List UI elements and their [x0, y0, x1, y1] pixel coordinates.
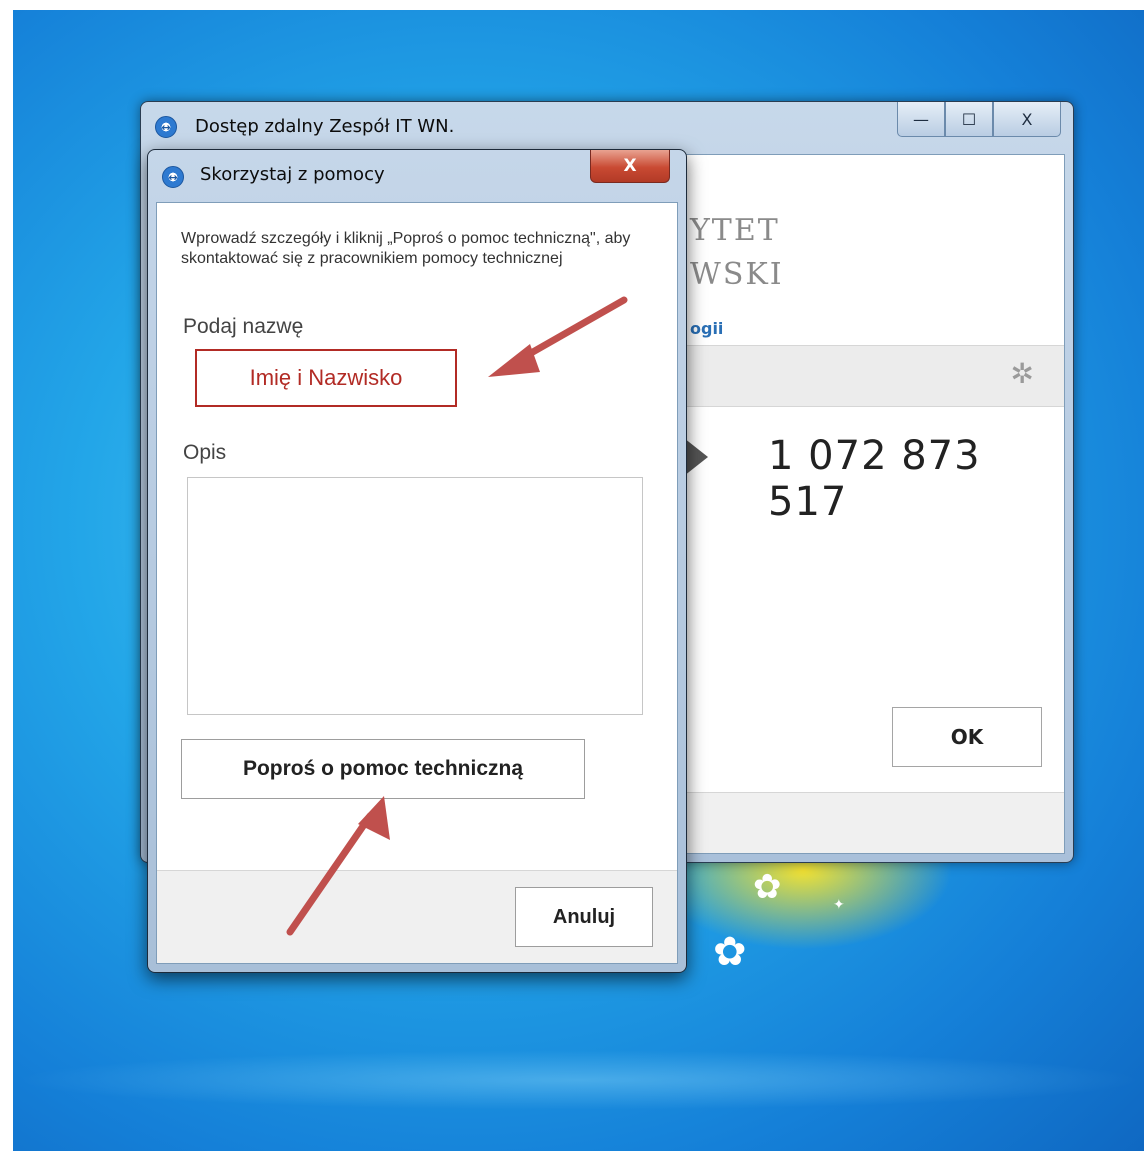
- dialog-instructions: Wprowadź szczegóły i kliknij „Poproś o p…: [181, 230, 631, 267]
- university-logo-text: YTET: [690, 213, 780, 248]
- flower-icon: ✿: [713, 929, 747, 975]
- gear-icon[interactable]: ✲: [1011, 360, 1034, 388]
- main-titlebar[interactable]: ↔ Dostęp zdalny Zespół IT WN. — ☐ X: [141, 102, 1073, 154]
- request-help-button[interactable]: Poproś o pomoc techniczną: [181, 739, 585, 799]
- description-textarea[interactable]: [187, 477, 643, 715]
- maximize-icon: ☐: [961, 109, 977, 129]
- university-link[interactable]: ogii: [690, 319, 723, 338]
- close-button[interactable]: X: [993, 102, 1061, 137]
- screenshot: ✿ ✿ ✦ ↔ Dostęp zdalny Zespół IT WN. — ☐ …: [0, 0, 1144, 1151]
- flower-icon: ✿: [753, 867, 782, 907]
- teamviewer-icon: ↔: [162, 166, 184, 188]
- main-window-title: Dostęp zdalny Zespół IT WN.: [195, 116, 455, 137]
- close-icon: X: [623, 156, 637, 176]
- teamviewer-icon: ↔: [155, 116, 177, 138]
- partner-id: 1 072 873 517: [768, 433, 981, 525]
- caption-buttons: — ☐ X: [897, 102, 1061, 137]
- dialog-footer: Anuluj: [157, 870, 677, 963]
- university-logo-text: WSKI: [690, 257, 784, 292]
- description-label: Opis: [183, 441, 227, 464]
- maximize-button[interactable]: ☐: [945, 102, 993, 137]
- minimize-button[interactable]: —: [897, 102, 945, 137]
- dialog-client-area: Wprowadź szczegóły i kliknij „Poproś o p…: [156, 202, 678, 964]
- close-icon: X: [1021, 109, 1033, 129]
- cancel-button[interactable]: Anuluj: [515, 887, 653, 947]
- sparkle-icon: ✦: [833, 897, 845, 913]
- wallpaper-swoosh: [13, 1050, 1144, 1110]
- dialog-title: Skorzystaj z pomocy: [200, 164, 385, 185]
- dialog-close-button[interactable]: X: [590, 150, 670, 183]
- name-label: Podaj nazwę: [183, 315, 304, 338]
- name-input[interactable]: Imię i Nazwisko: [195, 349, 457, 407]
- ok-button[interactable]: OK: [892, 707, 1042, 767]
- minimize-icon: —: [913, 109, 929, 129]
- help-dialog: ↔ Skorzystaj z pomocy X Wprowadź szczegó…: [147, 149, 687, 973]
